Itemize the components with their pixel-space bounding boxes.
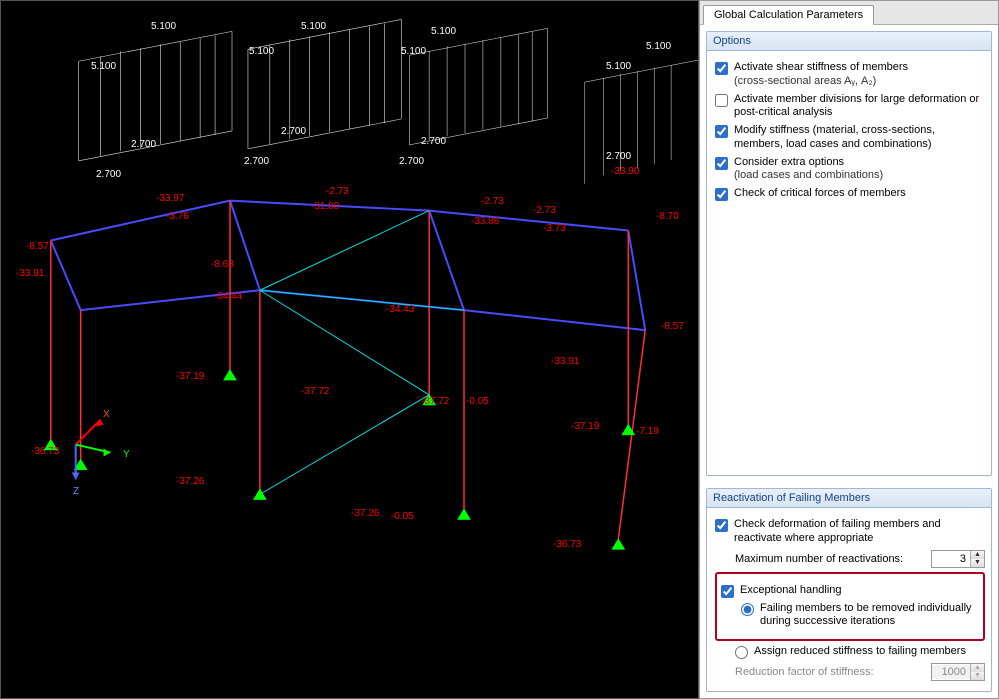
spinner-up-icon: ▲ <box>971 664 984 672</box>
opt-label: Assign reduced stiffness to failing memb… <box>754 645 966 659</box>
opt-label: Check deformation of failing members and… <box>734 518 985 546</box>
opt-shear-stiffness[interactable]: Activate shear stiffness of members (cros… <box>715 61 985 89</box>
axis-x-label: X <box>103 409 110 420</box>
checkbox-shear[interactable] <box>715 62 728 75</box>
reactivation-header: Reactivation of Failing Members <box>707 489 991 508</box>
row-max-reactivations: Maximum number of reactivations: ▲▼ <box>735 550 985 568</box>
opt-label: Consider extra options <box>734 156 844 168</box>
radio-remove-individually[interactable]: Failing members to be removed individual… <box>741 602 979 630</box>
spinner-down-icon[interactable]: ▼ <box>971 559 984 567</box>
checkbox-divisions[interactable] <box>715 94 728 107</box>
opt-label: Modify stiffness (material, cross-sectio… <box>734 124 985 152</box>
reactivation-group: Reactivation of Failing Members Check de… <box>706 488 992 692</box>
spinner-max-react[interactable]: ▲▼ <box>931 550 985 568</box>
scene-svg <box>1 1 698 698</box>
input-max-react[interactable] <box>932 552 970 566</box>
radio-remove[interactable] <box>741 603 754 616</box>
opt-sublabel: (cross-sectional areas Aᵧ, A₂) <box>734 75 876 87</box>
opt-sublabel: (load cases and combinations) <box>734 169 883 181</box>
opt-check-deformation[interactable]: Check deformation of failing members and… <box>715 518 985 546</box>
checkbox-extra[interactable] <box>715 157 728 170</box>
opt-extra-options[interactable]: Consider extra options(load cases and co… <box>715 156 985 184</box>
radio-assign[interactable] <box>735 646 748 659</box>
reduction-label: Reduction factor of stiffness: <box>735 666 874 678</box>
checkbox-critical[interactable] <box>715 188 728 201</box>
spinner-up-icon[interactable]: ▲ <box>971 551 984 559</box>
exceptional-handling-highlight: Exceptional handling Failing members to … <box>715 572 985 642</box>
opt-exceptional-handling[interactable]: Exceptional handling <box>721 584 979 598</box>
options-header: Options <box>707 32 991 51</box>
axis-z-label: Z <box>73 486 79 497</box>
opt-label: Check of critical forces of members <box>734 187 906 201</box>
opt-critical-forces[interactable]: Check of critical forces of members <box>715 187 985 201</box>
tab-global-calculation[interactable]: Global Calculation Parameters <box>703 5 874 25</box>
row-reduction-factor: Reduction factor of stiffness: ▲▼ <box>735 663 985 681</box>
checkbox-modify[interactable] <box>715 125 728 138</box>
checkbox-check-deform[interactable] <box>715 519 728 532</box>
opt-member-divisions[interactable]: Activate member divisions for large defo… <box>715 93 985 121</box>
spinner-down-icon: ▼ <box>971 672 984 680</box>
spinner-reduction: ▲▼ <box>931 663 985 681</box>
options-group: Options Activate shear stiffness of memb… <box>706 31 992 476</box>
opt-modify-stiffness[interactable]: Modify stiffness (material, cross-sectio… <box>715 124 985 152</box>
input-reduction <box>932 665 970 679</box>
opt-label: Exceptional handling <box>740 584 842 598</box>
opt-label: Activate shear stiffness of members <box>734 61 908 73</box>
radio-assign-reduced[interactable]: Assign reduced stiffness to failing memb… <box>735 645 985 659</box>
opt-label: Failing members to be removed individual… <box>760 602 979 630</box>
checkbox-exceptional[interactable] <box>721 585 734 598</box>
max-react-label: Maximum number of reactivations: <box>735 553 903 565</box>
axis-y-label: Y <box>123 449 130 460</box>
opt-label: Activate member divisions for large defo… <box>734 93 985 121</box>
parameters-panel: Global Calculation Parameters Options Ac… <box>699 0 999 699</box>
tabbar: Global Calculation Parameters <box>700 1 998 25</box>
3d-viewport[interactable]: 5.100 5.100 5.100 5.100 5.100 5.100 5.10… <box>0 0 699 699</box>
